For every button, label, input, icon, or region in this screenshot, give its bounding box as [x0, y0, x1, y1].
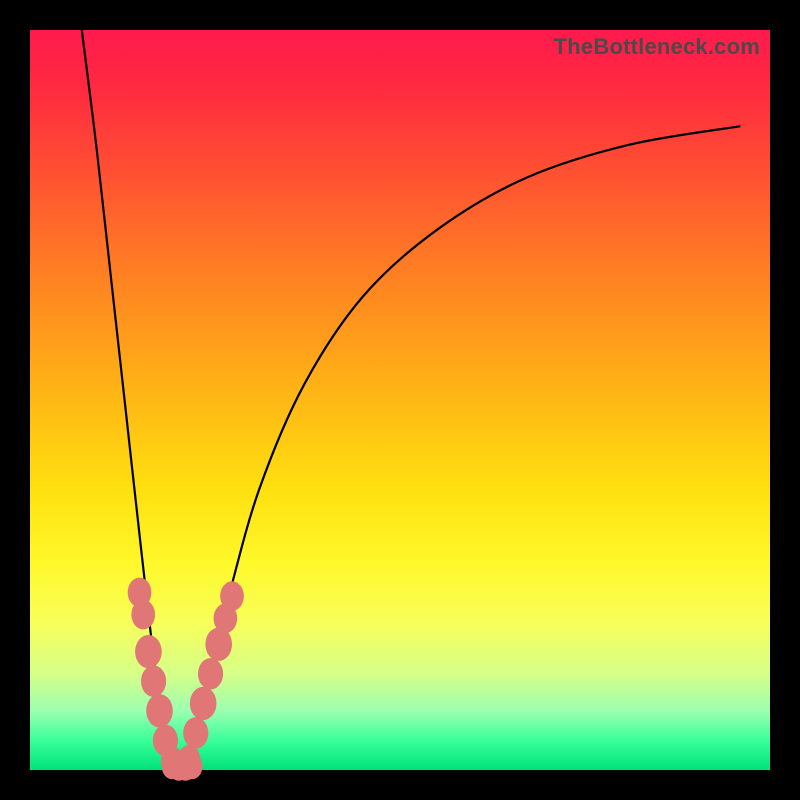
bead-right-6 — [220, 581, 244, 611]
right-branch-curve — [185, 126, 740, 770]
bead-left-3 — [141, 665, 166, 696]
bead-right-1 — [183, 717, 208, 748]
beads-group — [128, 578, 244, 781]
bead-bottom-3 — [182, 753, 203, 779]
bead-left-4 — [146, 694, 173, 727]
plot-area: TheBottleneck.com — [30, 30, 770, 770]
bead-left-2 — [135, 635, 162, 668]
curve-group — [82, 30, 741, 770]
chart-frame: TheBottleneck.com — [0, 0, 800, 800]
bead-right-2 — [190, 687, 217, 720]
left-branch-curve — [82, 30, 175, 770]
bead-right-3 — [198, 658, 223, 689]
chart-svg — [30, 30, 770, 770]
bead-left-1 — [131, 600, 155, 630]
